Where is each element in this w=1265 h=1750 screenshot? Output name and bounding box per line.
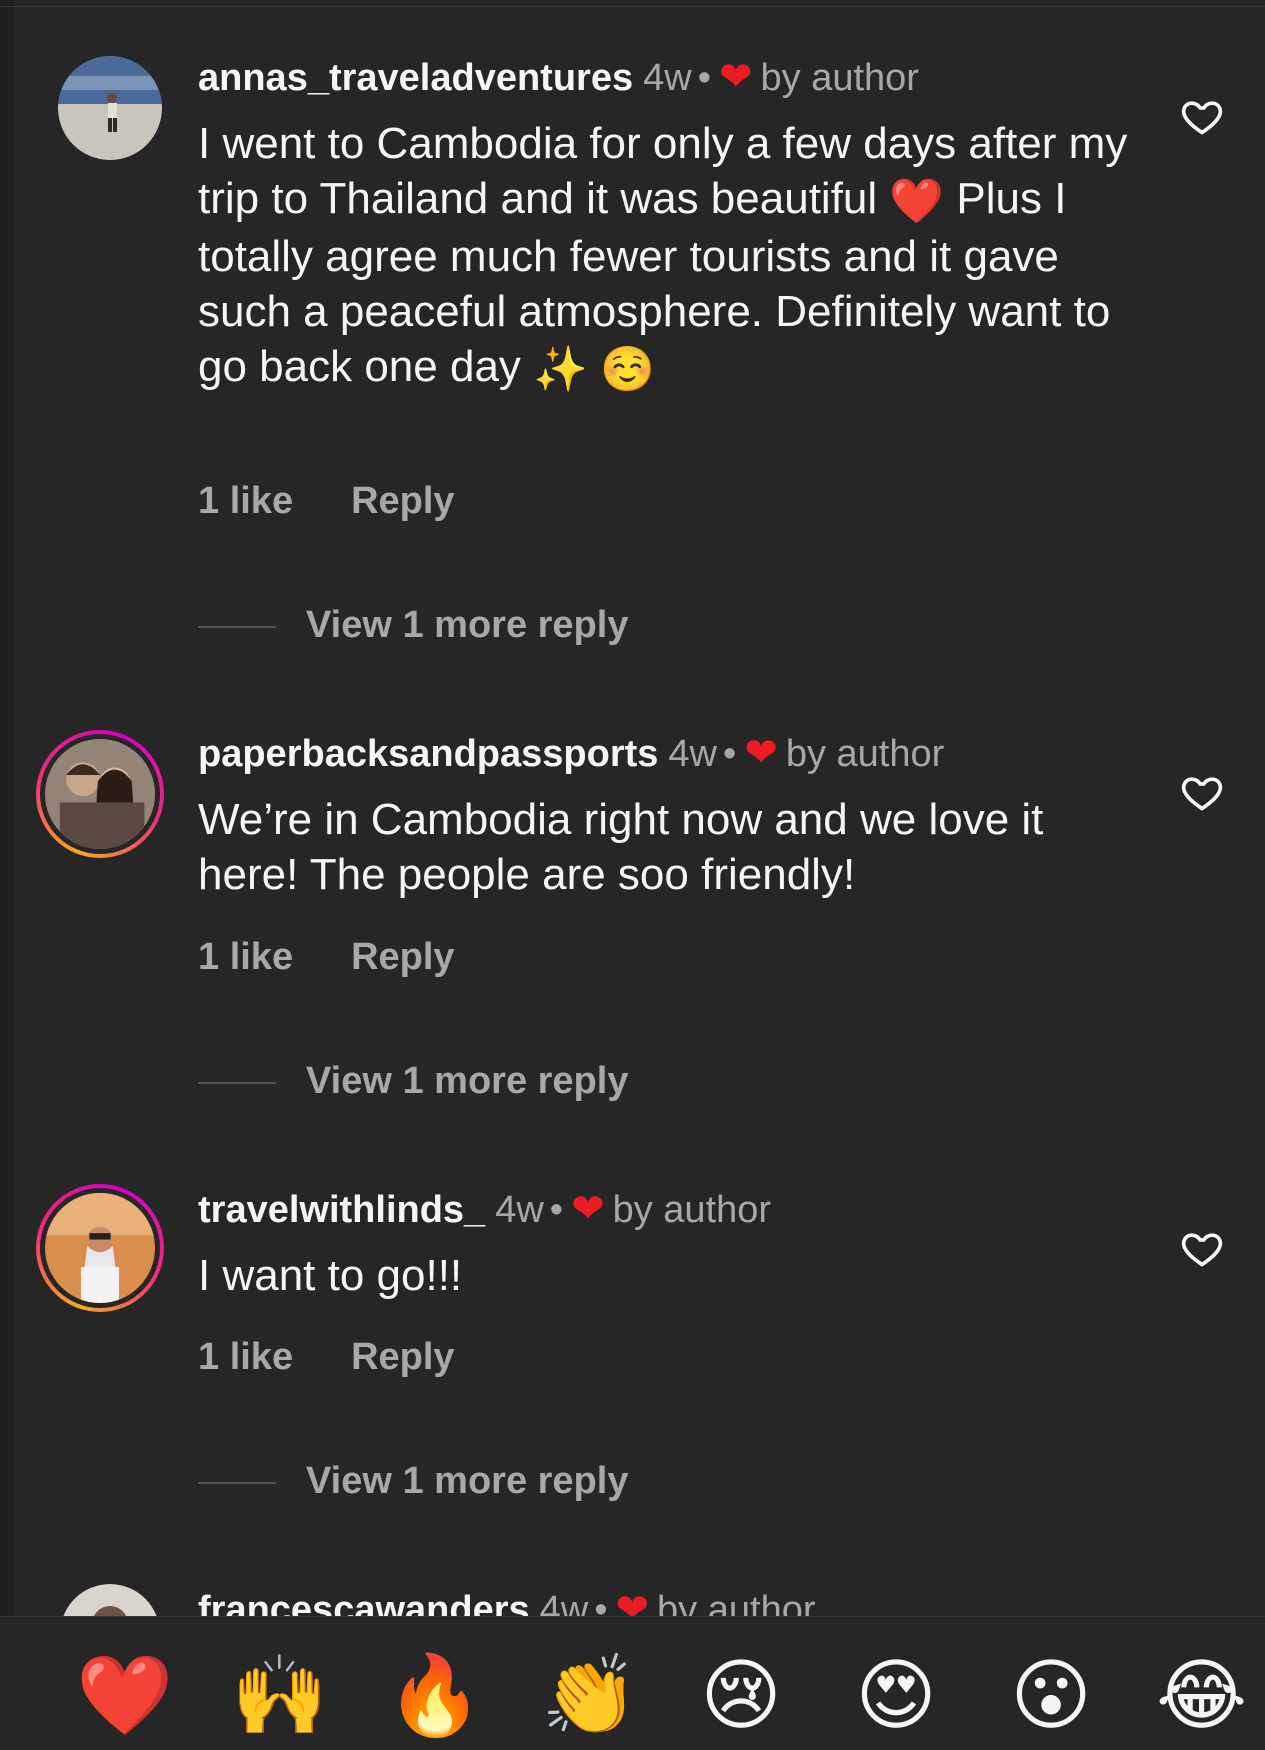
heart-outline-icon[interactable]: [1180, 94, 1224, 138]
liked-by-author-label: by author: [760, 57, 919, 99]
avatar-story-ring[interactable]: [36, 730, 164, 858]
view-more-label: View 1 more reply: [306, 1060, 629, 1102]
avatar-photo: [45, 1193, 155, 1303]
reply-button[interactable]: Reply: [351, 1336, 454, 1378]
top-divider: [0, 6, 1265, 7]
comment-text: I went to Cambodia for only a few days a…: [198, 116, 1128, 397]
replies-line: [198, 1481, 276, 1484]
liked-by-author-label: by author: [612, 1189, 772, 1231]
comment-actions: 1 like Reply: [198, 480, 455, 523]
author-heart-icon: ❤: [744, 731, 778, 775]
comment-actions: 1 like Reply: [198, 1336, 455, 1379]
replies-line: [198, 1081, 276, 1084]
heart-outline-icon[interactable]: [1180, 1226, 1224, 1270]
username[interactable]: annas_traveladventures: [198, 57, 633, 99]
view-more-replies[interactable]: View 1 more reply: [198, 604, 628, 647]
view-more-label: View 1 more reply: [306, 604, 629, 646]
replies-line: [198, 625, 276, 628]
author-heart-icon: ❤: [571, 1187, 605, 1231]
username[interactable]: paperbacksandpassports: [198, 733, 658, 775]
reply-button[interactable]: Reply: [351, 480, 454, 522]
comment-meta: paperbacksandpassports 4w • ❤ by author: [198, 730, 944, 776]
view-more-replies[interactable]: View 1 more reply: [198, 1460, 628, 1503]
avatar-story-ring[interactable]: [36, 1184, 164, 1312]
left-edge: [0, 0, 14, 1750]
sparkles-emoji: ✨: [533, 344, 588, 394]
separator-dot: •: [697, 57, 711, 99]
comment-meta: annas_traveladventures 4w • ❤ by author: [198, 54, 919, 100]
comment-age: 4w: [643, 57, 692, 99]
smiling-face-emoji: ☺️: [600, 344, 655, 394]
reaction-laughing-icon[interactable]: 😂: [1156, 1640, 1247, 1750]
like-count[interactable]: 1 like: [198, 1336, 293, 1378]
author-heart-icon: ❤: [719, 55, 753, 99]
comment-age: 4w: [668, 733, 717, 775]
like-count[interactable]: 1 like: [198, 936, 293, 978]
avatar-photo: [58, 56, 162, 160]
reaction-fire-icon[interactable]: 🔥: [386, 1640, 483, 1750]
reaction-crying-icon[interactable]: 😢: [696, 1640, 786, 1750]
quick-reaction-bar: ❤️ 🙌 🔥 👏 😢 😍 😮 😂: [0, 1640, 1265, 1750]
reaction-heart-eyes-icon[interactable]: 😍: [851, 1640, 941, 1750]
reply-button[interactable]: Reply: [351, 936, 454, 978]
separator-dot: •: [722, 733, 737, 775]
reaction-raised-hands-icon[interactable]: 🙌: [231, 1640, 328, 1750]
like-count[interactable]: 1 like: [198, 480, 293, 522]
view-more-label: View 1 more reply: [306, 1460, 629, 1502]
comment-actions: 1 like Reply: [198, 936, 455, 979]
red-heart-emoji: ❤️: [889, 176, 945, 226]
reaction-bar-divider: [0, 1616, 1265, 1617]
view-more-replies[interactable]: View 1 more reply: [198, 1060, 628, 1103]
avatar[interactable]: [58, 56, 162, 160]
heart-outline-icon[interactable]: [1180, 770, 1224, 814]
reaction-clapping-icon[interactable]: 👏: [541, 1640, 638, 1750]
comment-meta: travelwithlinds_ 4w • ❤ by author: [198, 1186, 771, 1232]
separator-dot: •: [549, 1189, 564, 1231]
comment-text: I want to go!!!: [198, 1251, 463, 1300]
avatar-photo: [45, 739, 155, 849]
comment-text: We’re in Cambodia right now and we love …: [198, 795, 1044, 899]
liked-by-author-label: by author: [785, 733, 945, 775]
reaction-surprised-icon[interactable]: 😮: [1006, 1640, 1096, 1750]
reaction-heart-icon[interactable]: ❤️: [76, 1640, 173, 1750]
username[interactable]: travelwithlinds_: [198, 1189, 485, 1231]
comment-age: 4w: [495, 1189, 544, 1231]
